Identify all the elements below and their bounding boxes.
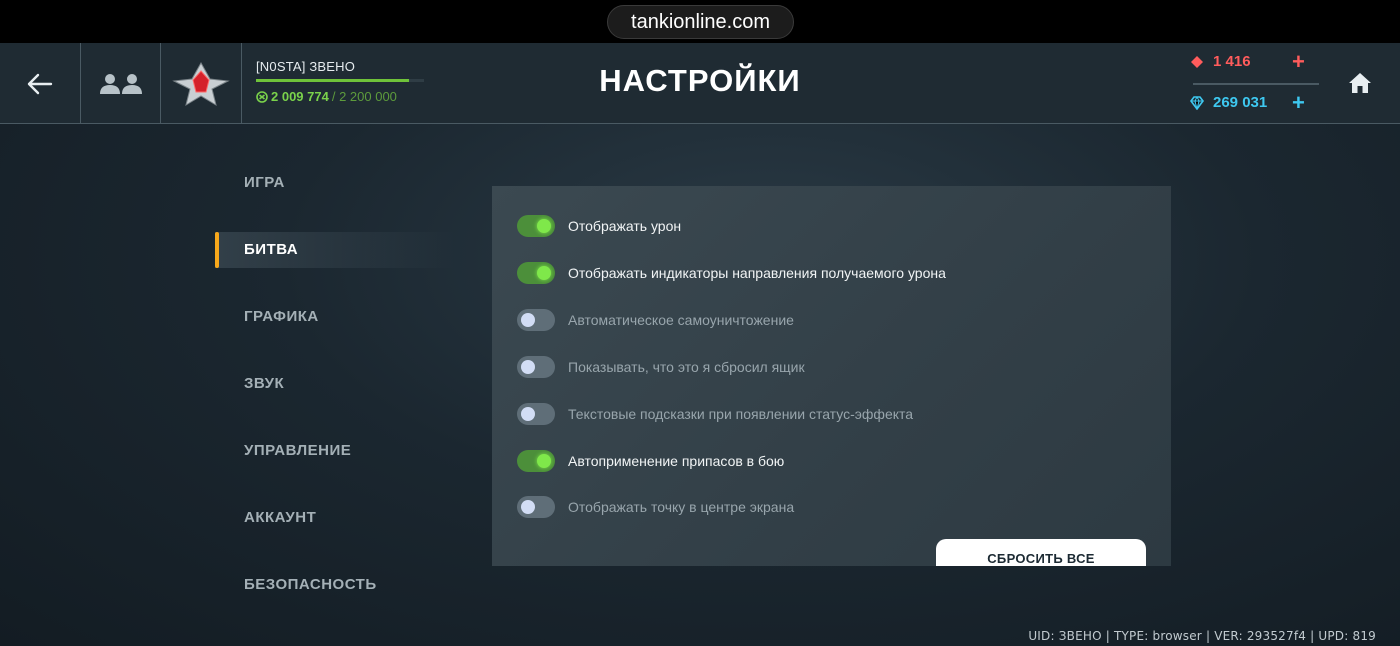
option-label: Автоматическое самоуничтожение	[568, 312, 794, 328]
option-center-dot[interactable]: Отображать точку в центре экрана	[517, 496, 794, 518]
xp-counter: 2 009 774 / 2 200 000	[256, 89, 426, 104]
toggle-knob	[537, 219, 551, 233]
toggle-knob	[521, 313, 535, 327]
xp-progress-bar	[256, 79, 424, 82]
tab-graphics[interactable]: ГРАФИКА	[215, 299, 455, 335]
tab-label: БИТВА	[244, 241, 299, 258]
option-show-damage[interactable]: Отображать урон	[517, 215, 681, 237]
arrow-left-icon	[27, 73, 53, 94]
xp-progress-fill	[256, 79, 410, 82]
option-auto-self-destruct[interactable]: Автоматическое самоуничтожение	[517, 309, 794, 331]
url-pill[interactable]: tankionline.com	[607, 5, 794, 39]
toggle-knob	[521, 360, 535, 374]
tab-label: ЗВУК	[244, 375, 285, 392]
tab-game[interactable]: ИГРА	[215, 165, 455, 201]
rank-star-icon	[172, 61, 230, 106]
ruby-icon	[1191, 55, 1203, 68]
option-auto-use-supplies[interactable]: Автоприменение припасов в бою	[517, 450, 784, 472]
tab-label: ИГРА	[244, 174, 285, 191]
option-damage-direction-indicators[interactable]: Отображать индикаторы направления получа…	[517, 262, 946, 284]
home-button[interactable]	[1340, 63, 1380, 103]
tab-account[interactable]: АККАУНТ	[215, 500, 455, 536]
reset-all-button[interactable]: СБРОСИТЬ ВСЕ	[936, 539, 1146, 566]
add-rubies-button[interactable]: +	[1292, 49, 1305, 75]
toggle-knob	[521, 500, 535, 514]
player-name: [N0STA] ЗВЕНО	[256, 59, 356, 74]
toggle-switch[interactable]	[517, 496, 555, 518]
toggle-knob	[537, 266, 551, 280]
toggle-knob	[521, 407, 535, 421]
crystal-icon	[1190, 95, 1204, 110]
settings-sidebar: ИГРА БИТВА ГРАФИКА ЗВУК УПРАВЛЕНИЕ АККАУ…	[215, 165, 455, 634]
tab-label: БЕЗОПАСНОСТЬ	[244, 576, 377, 593]
page-title: НАСТРОЙКИ	[599, 63, 801, 98]
toggle-knob	[537, 454, 551, 468]
xp-max: / 2 200 000	[331, 89, 397, 104]
option-label: Отображать индикаторы направления получа…	[568, 265, 946, 281]
add-crystals-button[interactable]: +	[1292, 90, 1305, 116]
rubies-value: 1 416	[1213, 53, 1251, 70]
currency-divider	[1193, 83, 1319, 85]
crystals-value: 269 031	[1213, 94, 1268, 111]
option-label: Отображать урон	[568, 218, 682, 234]
toggle-switch[interactable]	[517, 356, 555, 378]
option-label: Показывать, что это я сбросил ящик	[568, 359, 805, 375]
option-label: Автоприменение припасов в бою	[568, 453, 785, 469]
build-info: UID: ЗВЕНО | TYPE: browser | VER: 293527…	[1028, 629, 1376, 643]
xp-current: 2 009 774	[271, 89, 329, 104]
rank-badge[interactable]	[161, 43, 242, 124]
back-button[interactable]	[0, 43, 81, 124]
toggle-switch[interactable]	[517, 403, 555, 425]
friends-button[interactable]	[81, 43, 161, 124]
crystals-counter: 269 031 +	[1190, 90, 1320, 115]
rubies-counter: 1 416 +	[1190, 49, 1320, 74]
browser-url-bar: tankionline.com	[0, 0, 1400, 43]
tab-security[interactable]: БЕЗОПАСНОСТЬ	[215, 567, 455, 603]
top-header: [N0STA] ЗВЕНО 2 009 774 / 2 200 000 НАСТ…	[0, 43, 1400, 124]
option-status-effect-hints[interactable]: Текстовые подсказки при появлении статус…	[517, 403, 913, 425]
option-show-box-drop-author[interactable]: Показывать, что это я сбросил ящик	[517, 356, 805, 378]
player-info: [N0STA] ЗВЕНО 2 009 774 / 2 200 000	[256, 59, 426, 104]
option-label: Отображать точку в центре экрана	[568, 499, 795, 515]
tab-battle[interactable]: БИТВА	[215, 232, 455, 268]
toggle-switch[interactable]	[517, 215, 555, 237]
home-icon	[1349, 73, 1371, 93]
tab-sound[interactable]: ЗВУК	[215, 366, 455, 402]
tab-label: ГРАФИКА	[244, 308, 319, 325]
toggle-switch[interactable]	[517, 309, 555, 331]
tab-label: УПРАВЛЕНИЕ	[244, 442, 352, 459]
friends-icon	[99, 73, 142, 94]
tab-label: АККАУНТ	[244, 509, 317, 526]
toggle-switch[interactable]	[517, 262, 555, 284]
settings-panel: Отображать урон Отображать индикаторы на…	[492, 186, 1171, 566]
tab-controls[interactable]: УПРАВЛЕНИЕ	[215, 433, 455, 469]
toggle-switch[interactable]	[517, 450, 555, 472]
xp-icon	[256, 90, 268, 103]
option-label: Текстовые подсказки при появлении статус…	[568, 406, 914, 422]
